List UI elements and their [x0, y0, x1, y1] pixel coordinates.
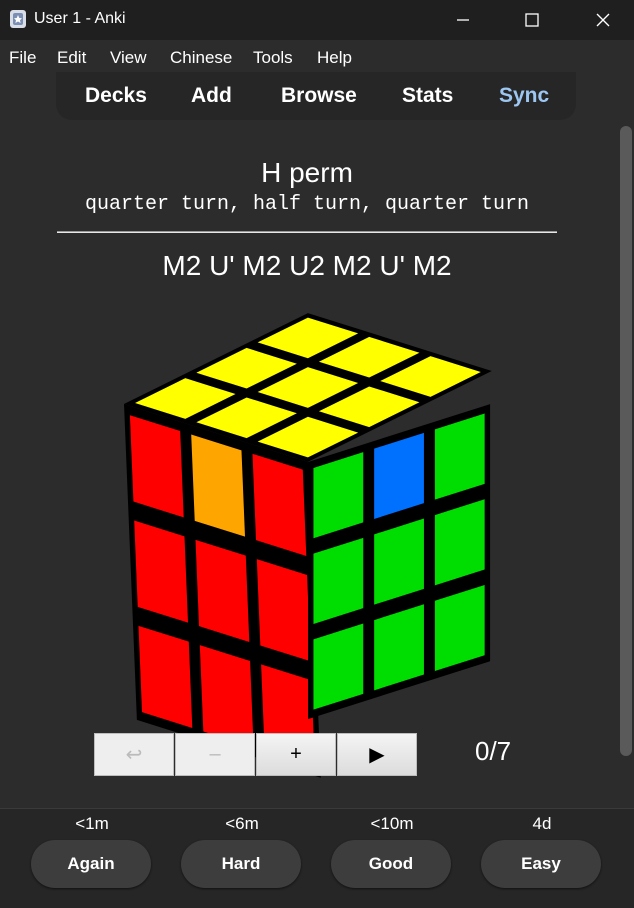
good-button[interactable]: Good	[331, 840, 451, 888]
step-minus-button[interactable]: –	[175, 733, 255, 776]
again-button[interactable]: Again	[31, 840, 151, 888]
cube-left-sticker	[129, 415, 184, 518]
cube-left-sticker	[256, 559, 311, 662]
good-interval: <10m	[370, 814, 414, 833]
cube-left-sticker	[191, 434, 245, 537]
step-back-button[interactable]: ↩	[94, 733, 174, 776]
cube-left-sticker	[195, 539, 250, 642]
vertical-scrollbar[interactable]	[620, 126, 632, 756]
easy-interval: 4d	[532, 814, 552, 833]
cube-left-sticker	[138, 625, 193, 728]
hard-button[interactable]: Hard	[181, 840, 301, 888]
hard-interval: <6m	[225, 814, 259, 833]
cube-left-sticker	[134, 520, 188, 623]
cube-front-left-face	[124, 404, 321, 778]
easy-button[interactable]: Easy	[481, 840, 601, 888]
step-plus-button[interactable]: +	[256, 733, 336, 776]
cube-left-sticker	[199, 645, 254, 748]
cube-left-sticker	[252, 453, 307, 556]
cube-front-right-face	[308, 404, 491, 720]
play-button[interactable]: ▶	[337, 733, 417, 776]
again-interval: <1m	[75, 814, 109, 833]
move-counter: 0/7	[475, 736, 512, 766]
